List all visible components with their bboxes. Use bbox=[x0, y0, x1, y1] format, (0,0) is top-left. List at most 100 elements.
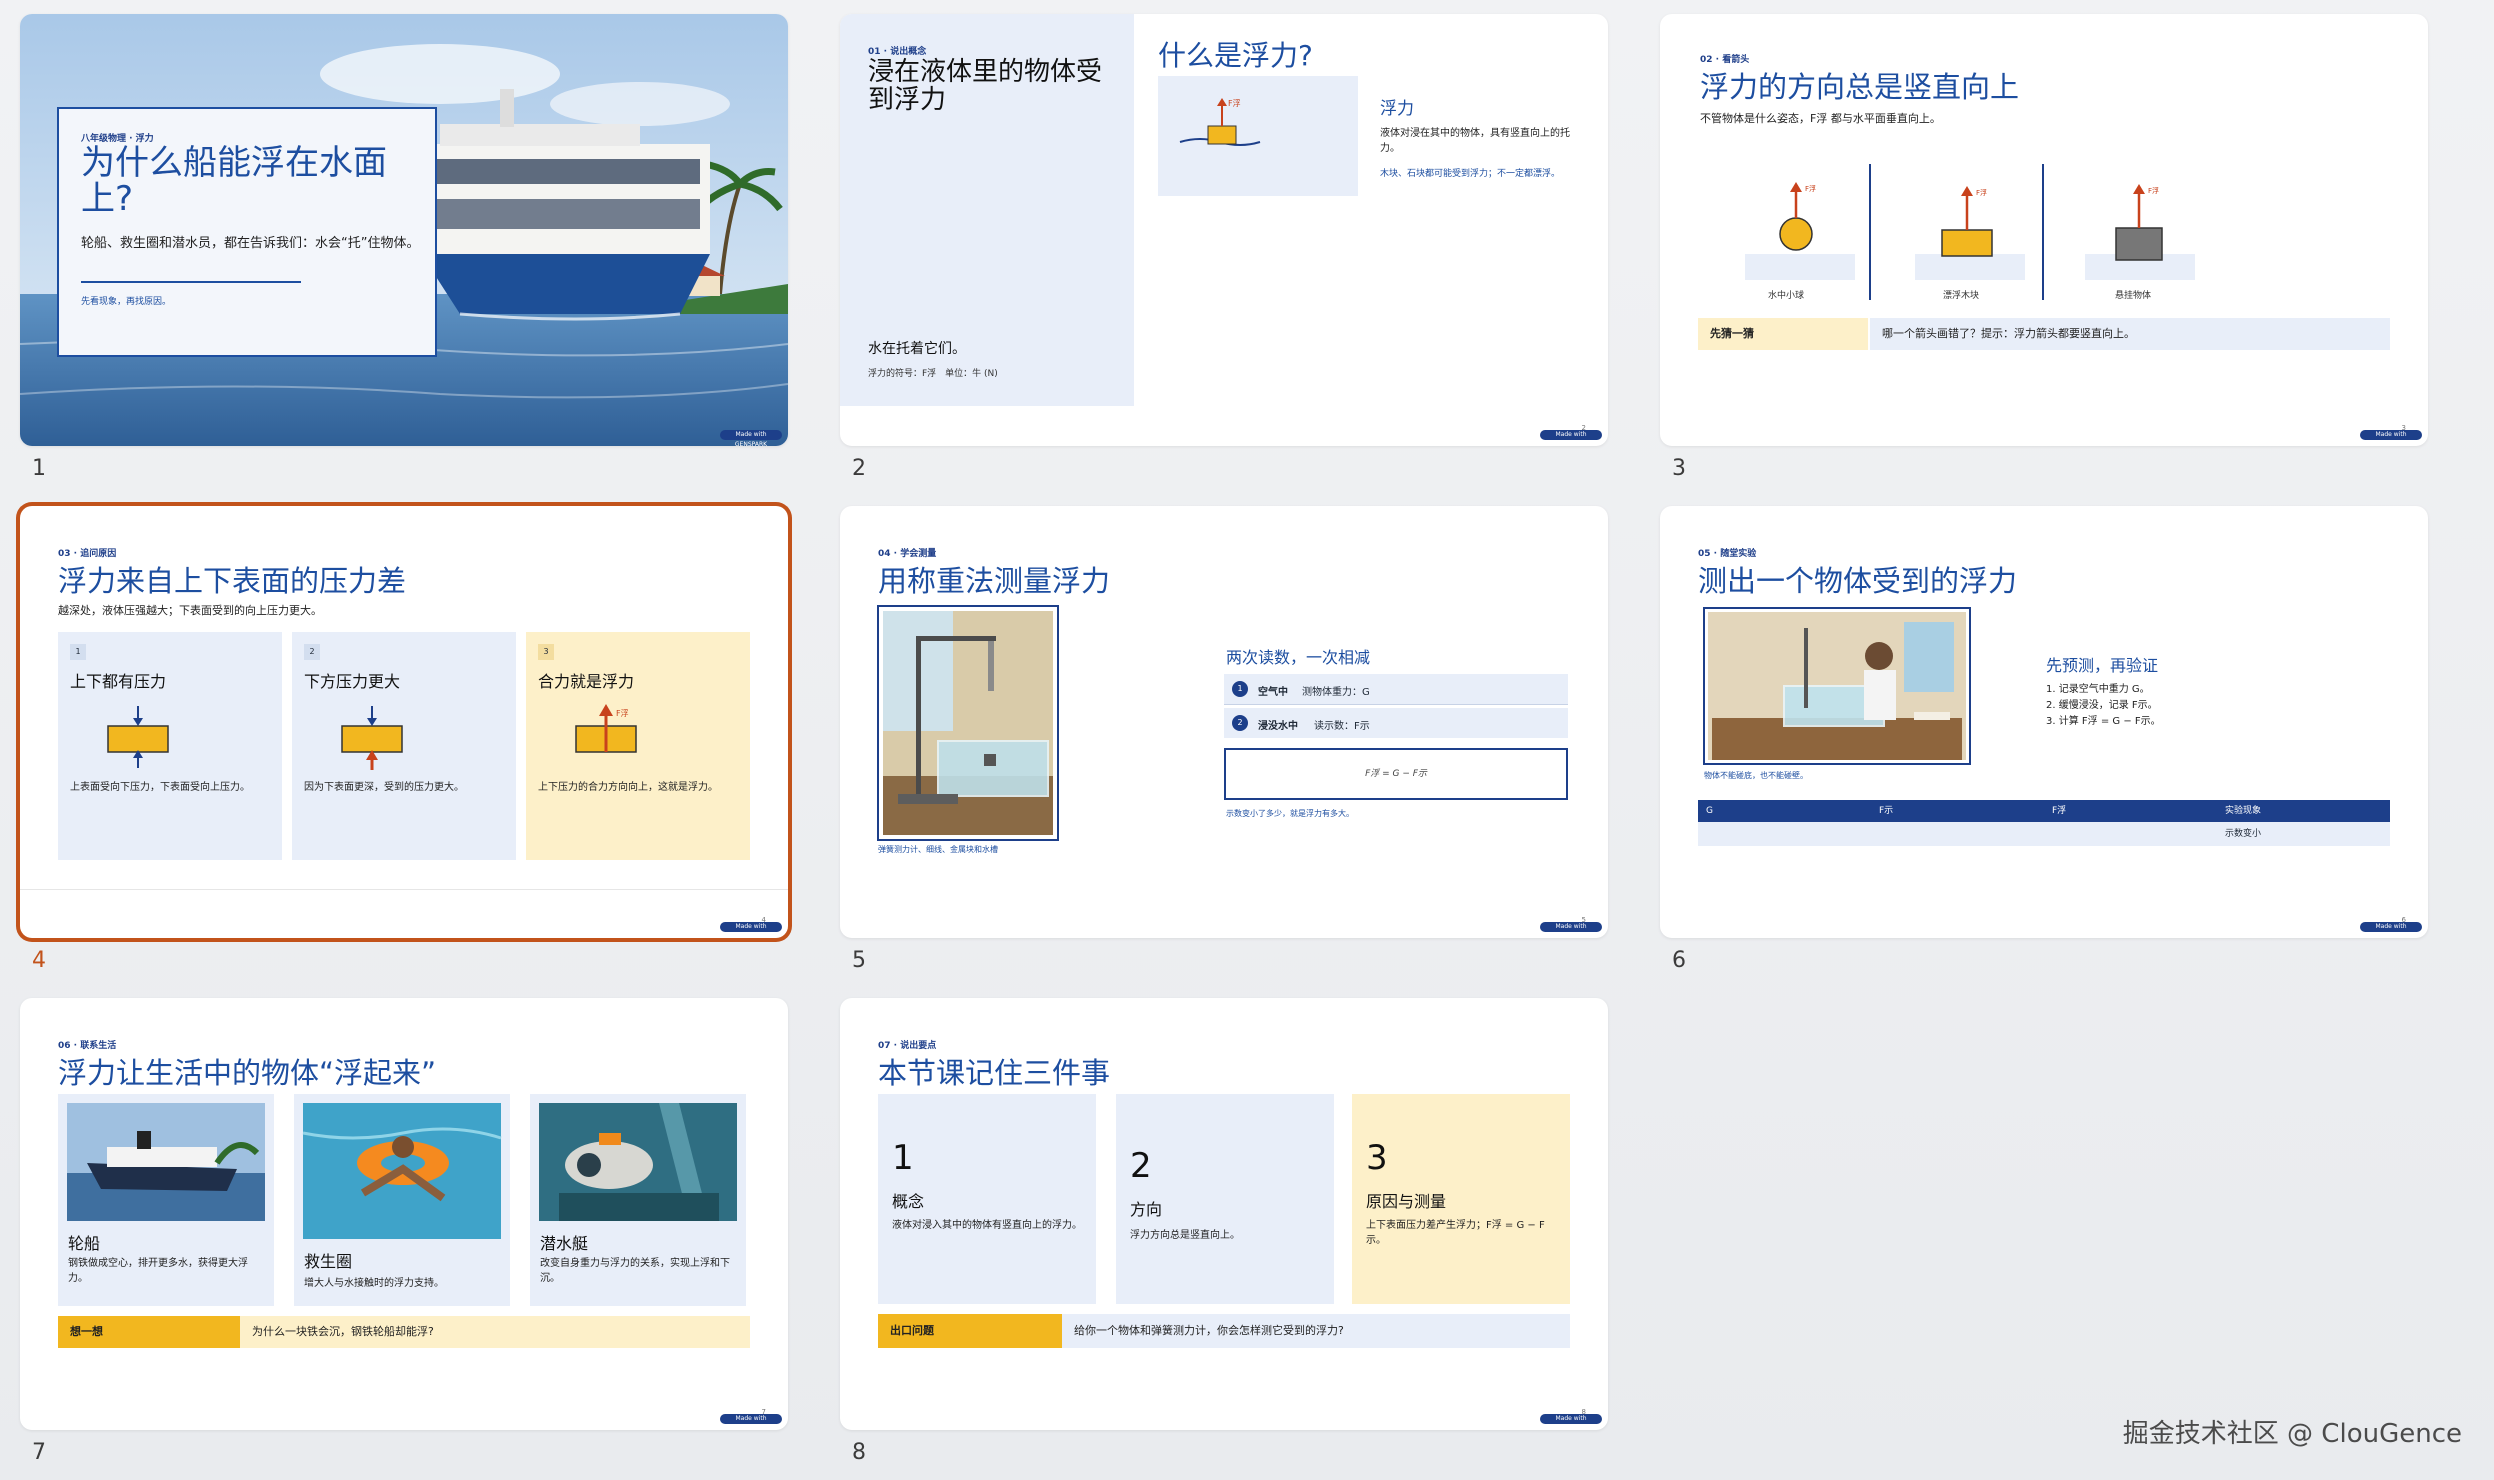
card-number: 1 bbox=[70, 644, 86, 660]
slide-number-5: 5 bbox=[852, 948, 866, 973]
card-text: 增大人与水接触时的浮力支持。 bbox=[304, 1278, 444, 1289]
step-2: 2 浸没水中 读示数：F示 bbox=[1224, 708, 1568, 738]
table-cell[interactable] bbox=[1698, 822, 1871, 846]
card-text: 改变自身重力与浮力的关系，实现上浮和下沉。 bbox=[540, 1258, 730, 1284]
life-card-swim-ring: 救生圈 增大人与水接触时的浮力支持。 bbox=[294, 1094, 510, 1306]
image-caption: 物体不能碰底，也不能碰壁。 bbox=[1704, 771, 1808, 780]
swim-ring-image bbox=[302, 1103, 502, 1239]
slide-title: 浮力来自上下表面的压力差 bbox=[58, 564, 407, 598]
made-with-badge: Made with GENSPARK bbox=[2360, 922, 2422, 938]
slide-number-2: 2 bbox=[852, 456, 866, 481]
formula-note: 示数变小了多少，就是浮力有多大。 bbox=[1226, 809, 1354, 818]
card-text: 上下表面压力差产生浮力；F浮 = G − F示。 bbox=[1366, 1220, 1545, 1246]
think-text: 为什么一块铁会沉，钢铁轮船却能浮? bbox=[240, 1316, 750, 1348]
guess-text: 哪一个箭头画错了？提示：浮力箭头都要竖直向上。 bbox=[1870, 318, 2390, 350]
card-number: 2 bbox=[1130, 1146, 1152, 1186]
card-number: 1 bbox=[892, 1138, 914, 1178]
slide-title: 用称重法测量浮力 bbox=[878, 564, 1111, 598]
slide-note: 先看现象，再找原因。 bbox=[81, 297, 172, 307]
table-cell[interactable]: 示数变小 bbox=[2217, 822, 2390, 846]
card-text: 上下压力的合力方向向上，这就是浮力。 bbox=[538, 782, 718, 793]
think-label: 想一想 bbox=[58, 1316, 240, 1348]
made-with-badge: Made with GENSPARK bbox=[720, 1414, 782, 1430]
table-header-cell: F浮 bbox=[2052, 806, 2067, 816]
card-title: 方向 bbox=[1130, 1200, 1163, 1219]
slide-title: 本节课记住三件事 bbox=[878, 1056, 1111, 1090]
table-row: 示数变小 bbox=[1698, 822, 2390, 846]
footnote: 浮力的符号：F浮 单位：牛 (N) bbox=[868, 369, 998, 379]
made-with-badge: Made with GENSPARK bbox=[720, 922, 782, 938]
spring-scale-photo bbox=[877, 605, 1059, 841]
card-title: 救生圈 bbox=[304, 1252, 353, 1271]
slide-subtitle: 不管物体是什么姿态，F浮 都与水平面垂直向上。 bbox=[1700, 112, 1941, 125]
summary-card-3: 3 原因与测量 上下表面压力差产生浮力；F浮 = G − F示。 bbox=[1352, 1094, 1570, 1304]
card-number: 3 bbox=[1366, 1138, 1388, 1178]
predict-title: 先预测，再验证 bbox=[2046, 656, 2159, 675]
caption: 水在托着它们。 bbox=[868, 341, 966, 357]
divider bbox=[81, 281, 301, 283]
life-card-ship: 轮船 钢铁做成空心，排开更多水，获得更大浮力。 bbox=[58, 1094, 274, 1306]
slide-thumbnail-5[interactable]: 04 · 学会测量 用称重法测量浮力 弹簧测力计、细线、金属块和水槽 两次读数，… bbox=[840, 506, 1608, 938]
card-title: 下方压力更大 bbox=[304, 672, 401, 691]
card-number: 3 bbox=[538, 644, 554, 660]
slide-number-1: 1 bbox=[32, 456, 46, 481]
made-with-badge: Made with GENSPARK bbox=[2360, 430, 2422, 446]
slide-thumbnail-6[interactable]: 05 · 随堂实验 测出一个物体受到的浮力 物体不能碰底，也不能碰壁。 先预测，… bbox=[1660, 506, 2428, 938]
slide-thumbnail-7[interactable]: 06 · 联系生活 浮力让生活中的物体“浮起来” 轮船 钢铁做成空心，排开更多水… bbox=[20, 998, 788, 1430]
card-title: 潜水艇 bbox=[540, 1234, 589, 1253]
term-definition: 液体对浸在其中的物体，具有竖直向上的托力。 bbox=[1380, 128, 1570, 154]
watermark: 掘金技术社区 @ ClouGence bbox=[2122, 1419, 2462, 1449]
card-text: 浮力方向总是竖直向上。 bbox=[1130, 1230, 1240, 1241]
card-title: 轮船 bbox=[68, 1234, 101, 1253]
slide-thumbnail-4[interactable]: 03 · 追问原因 浮力来自上下表面的压力差 越深处，液体压强越大；下表面受到的… bbox=[20, 506, 788, 938]
slide-thumbnail-1[interactable]: 八年级物理 · 浮力 为什么船能浮在水面上? 轮船、救生圈和潜水员，都在告诉我们… bbox=[20, 14, 788, 446]
made-with-badge: Made with GENSPARK bbox=[1540, 1414, 1602, 1430]
table-header-cell: 实验现象 bbox=[2225, 806, 2262, 816]
results-table: G F示 F浮 实验现象 示数变小 bbox=[1698, 800, 2390, 846]
made-with-badge: Made with GENSPARK bbox=[1540, 922, 1602, 938]
reason-card-1: 1 上下都有压力 上表面受向下压力，下表面受向上压力。 bbox=[58, 632, 282, 860]
ship-image bbox=[67, 1103, 265, 1221]
term-title: 浮力 bbox=[1380, 99, 1414, 119]
slide-title: 浮力的方向总是竖直向上 bbox=[1700, 70, 2020, 104]
footer-rule bbox=[20, 889, 788, 890]
reason-card-3: 3 合力就是浮力 F浮 上下压力的合力方向向上，这就是浮力。 bbox=[526, 632, 750, 860]
slide-number-8: 8 bbox=[852, 1440, 866, 1465]
card-text: 上表面受向下压力，下表面受向上压力。 bbox=[70, 782, 250, 793]
slide-number-4: 4 bbox=[32, 948, 46, 973]
card-text: 因为下表面更深，受到的压力更大。 bbox=[304, 782, 464, 793]
slide-number-6: 6 bbox=[1672, 948, 1686, 973]
exit-text: 给你一个物体和弹簧测力计，你会怎样测它受到的浮力? bbox=[1062, 1314, 1570, 1348]
slide-number-7: 7 bbox=[32, 1440, 46, 1465]
buoyancy-arrow-label: F浮 bbox=[1228, 98, 1241, 108]
item-label-3: 悬挂物体 bbox=[2115, 291, 2152, 301]
step-number: 2 bbox=[1232, 715, 1248, 731]
table-header-cell: F示 bbox=[1879, 806, 1894, 816]
step-item: 2. 缓慢浸没，记录 F示。 bbox=[2046, 700, 2158, 711]
diagram-card: F浮 bbox=[1158, 76, 1358, 196]
table-header-row: G F示 F浮 实验现象 bbox=[1698, 800, 2390, 822]
slide-thumbnail-3[interactable]: 02 · 看箭头 浮力的方向总是竖直向上 不管物体是什么姿态，F浮 都与水平面垂… bbox=[1660, 14, 2428, 446]
item-label-2: 漂浮木块 bbox=[1943, 291, 1980, 301]
guess-label: 先猜一猜 bbox=[1698, 318, 1868, 350]
card-text: 液体对浸入其中的物体有竖直向上的浮力。 bbox=[892, 1220, 1082, 1231]
arrow-label-2: F浮 bbox=[1976, 189, 1988, 197]
floating-block-diagram: F浮 bbox=[1179, 98, 1261, 146]
table-cell[interactable] bbox=[1871, 822, 2044, 846]
card-title: 原因与测量 bbox=[1366, 1192, 1447, 1211]
method-title: 两次读数，一次相减 bbox=[1226, 648, 1371, 667]
slide-thumbnail-8[interactable]: 07 · 说出要点 本节课记住三件事 1 概念 液体对浸入其中的物体有竖直向上的… bbox=[840, 998, 1608, 1430]
slide-title: 测出一个物体受到的浮力 bbox=[1698, 564, 2018, 598]
step-1: 1 空气中 测物体重力：G bbox=[1224, 674, 1568, 705]
slide-thumbnail-2[interactable]: 01 · 说出概念 浸在液体里的物体受到浮力 水在托着它们。 浮力的符号：F浮 … bbox=[840, 14, 1608, 446]
table-cell[interactable] bbox=[2044, 822, 2217, 846]
slide-title: 为什么船能浮在水面上? bbox=[81, 143, 387, 219]
slide-title: 浮力让生活中的物体“浮起来” bbox=[58, 1056, 437, 1090]
step-bold: 浸没水中 bbox=[1258, 721, 1298, 732]
card-title: 合力就是浮力 bbox=[538, 672, 635, 691]
slide-number-3: 3 bbox=[1672, 456, 1686, 481]
exit-label: 出口问题 bbox=[878, 1314, 1062, 1348]
summary-card-2: 2 方向 浮力方向总是竖直向上。 bbox=[1116, 1094, 1334, 1304]
card-title: 概念 bbox=[892, 1192, 925, 1211]
slide-subtitle: 轮船、救生圈和潜水员，都在告诉我们：水会“托”住物体。 bbox=[81, 236, 420, 251]
